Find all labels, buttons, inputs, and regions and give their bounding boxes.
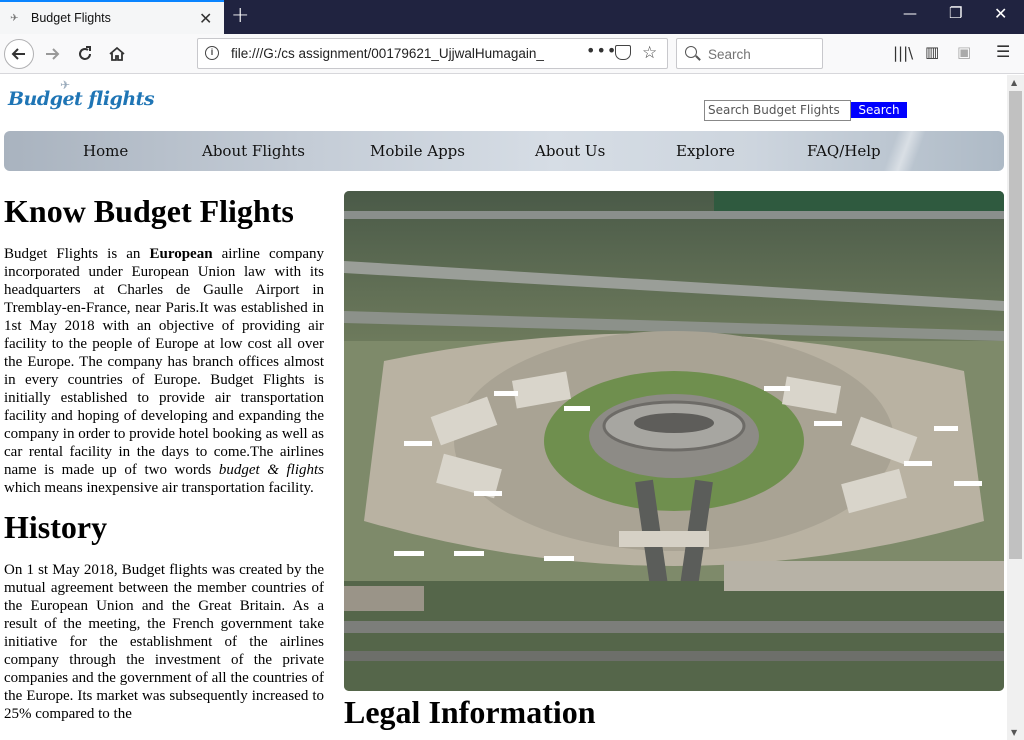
main-text-column: Know Budget Flights Budget Flights is an… — [4, 191, 324, 723]
scroll-down-icon[interactable]: ▼ — [1011, 728, 1017, 737]
menu-item-home[interactable]: Home — [83, 142, 128, 160]
site-search-button[interactable]: Search — [851, 102, 907, 118]
main-menu: Home About Flights Mobile Apps About Us … — [4, 131, 1004, 171]
site-search-input[interactable]: Search Budget Flights — [704, 100, 851, 121]
about-italic-text: budget & flights — [218, 462, 325, 478]
close-window-icon[interactable]: ✕ — [994, 4, 1007, 23]
history-paragraph: On 1 st May 2018, Budget flights was cre… — [4, 562, 324, 722]
site-info-icon[interactable]: i — [205, 46, 219, 60]
library-icon[interactable]: |||\ — [893, 44, 913, 62]
browser-search-input[interactable]: Search — [676, 38, 823, 69]
about-paragraph: Budget Flights is an European airline co… — [4, 245, 324, 497]
home-button[interactable] — [102, 39, 132, 69]
back-button[interactable] — [4, 39, 34, 69]
back-arrow-icon — [11, 48, 25, 60]
menu-item-about-us[interactable]: About Us — [535, 142, 605, 160]
page-viewport: ✈ Budget flights Search Budget Flights S… — [0, 75, 1007, 740]
new-tab-icon[interactable]: + — [231, 3, 249, 28]
about-text-1: Budget Flights is an — [4, 246, 150, 262]
url-text[interactable]: file:///G:/cs assignment/00179621_Ujjwal… — [231, 46, 549, 61]
menu-item-faq-help[interactable]: FAQ/Help — [807, 142, 881, 160]
sidebar-icon[interactable]: ▥ — [925, 43, 939, 61]
pocket-icon[interactable] — [615, 45, 631, 60]
about-text-3: which means inexpensive air transportati… — [4, 480, 314, 496]
reload-icon — [79, 46, 91, 60]
heading-know-budget-flights: Know Budget Flights — [4, 193, 294, 229]
restore-window-icon[interactable]: ❐ — [949, 4, 962, 22]
airport-aerial-photo — [344, 191, 1004, 691]
menu-item-mobile-apps[interactable]: Mobile Apps — [370, 142, 465, 160]
browser-search-placeholder: Search — [708, 47, 751, 62]
about-bold-text: European — [149, 246, 213, 262]
menu-hamburger-icon[interactable]: ☰ — [996, 42, 1010, 61]
scroll-up-icon[interactable]: ▲ — [1011, 78, 1017, 87]
about-text-2: airline company incorporated under Europ… — [4, 246, 324, 478]
page-actions-icon[interactable]: ••• — [586, 41, 617, 60]
navigation-toolbar: i file:///G:/cs assignment/00179621_Ujjw… — [0, 34, 1024, 74]
close-tab-icon[interactable]: ✕ — [199, 9, 212, 28]
minimize-icon[interactable]: — — [903, 6, 917, 22]
tab-bar: ✈ Budget Flights ✕ + — ❐ ✕ — [0, 0, 1024, 34]
reload-button[interactable] — [70, 39, 100, 69]
budget-flights-logo[interactable]: ✈ Budget flights — [8, 78, 155, 118]
home-icon — [109, 46, 125, 61]
browser-tab[interactable]: ✈ Budget Flights ✕ — [0, 0, 224, 34]
plane-favicon-icon: ✈ — [10, 13, 19, 24]
menu-item-about-flights[interactable]: About Flights — [202, 142, 305, 160]
extension-icon[interactable]: ▣ — [957, 43, 971, 61]
logo-text: Budget flights — [8, 88, 155, 110]
forward-button[interactable] — [37, 39, 67, 69]
menu-item-explore[interactable]: Explore — [676, 142, 735, 160]
page-scrollbar[interactable]: ▲ ▼ — [1007, 75, 1024, 740]
tab-title: Budget Flights — [31, 11, 111, 25]
heading-history: History — [4, 509, 108, 545]
heading-legal-information: Legal Information — [344, 694, 596, 730]
forward-arrow-icon — [46, 48, 60, 60]
url-bar[interactable]: i file:///G:/cs assignment/00179621_Ujjw… — [197, 38, 668, 69]
scrollbar-thumb[interactable] — [1009, 91, 1022, 559]
bookmark-star-icon[interactable]: ☆ — [642, 43, 657, 63]
airport-aerial-image — [344, 191, 1004, 691]
search-icon — [685, 46, 697, 58]
